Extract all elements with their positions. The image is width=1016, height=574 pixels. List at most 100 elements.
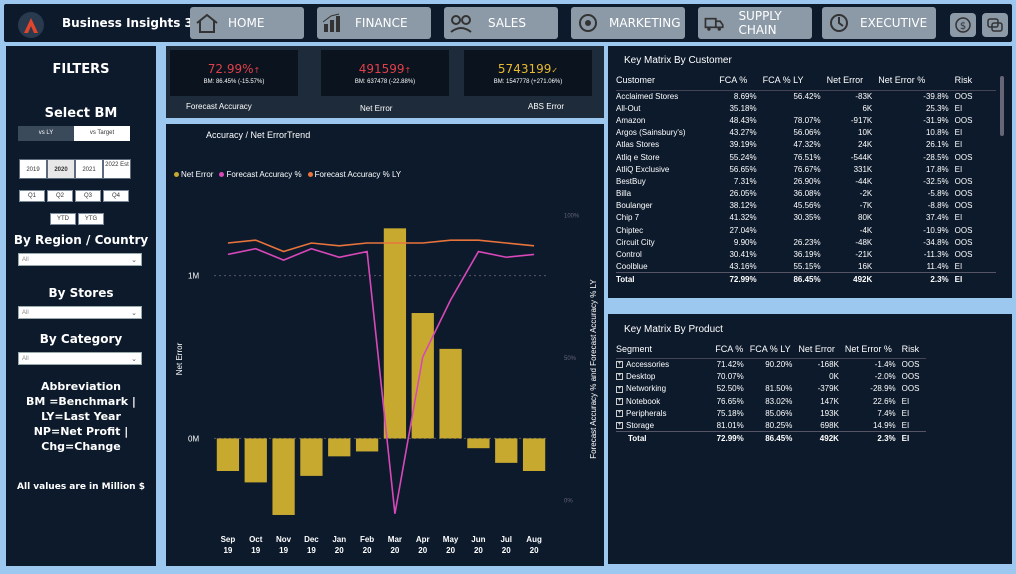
stores-dropdown[interactable]: All ⌄ xyxy=(18,306,142,319)
table-cell: -28.9% xyxy=(870,384,896,394)
table-cell: Atlas Stores xyxy=(616,140,660,150)
filters-panel: FILTERS Select BM vs LY vs Target 2019 2… xyxy=(6,46,156,566)
year-2019-button[interactable]: 2019 xyxy=(19,159,47,179)
quarter-q2-button[interactable]: Q2 xyxy=(47,190,73,202)
nav-supply-chain-button[interactable]: SUPPLY CHAIN xyxy=(698,7,812,39)
expand-icon[interactable]: + xyxy=(616,361,623,369)
nav-sales-button[interactable]: SALES xyxy=(444,7,558,39)
table-row[interactable]: All-Out 35.18% 6K 25.3% EI xyxy=(616,102,996,114)
table-total-row[interactable]: Total 72.99% 86.45% 492K 2.3% EI xyxy=(616,272,996,285)
table-row[interactable]: Billa 26.05% 36.08% -2K -5.8% OOS xyxy=(616,188,996,200)
net-error-bar xyxy=(355,438,379,452)
segment-label: Peripherals xyxy=(626,408,667,418)
expand-icon[interactable]: + xyxy=(616,397,623,405)
table-row[interactable]: Control 30.41% 36.19% -21K -11.3% OOS xyxy=(616,248,996,260)
table-cell: 55.24% xyxy=(729,152,757,162)
bm-vs-ly-button[interactable]: vs LY xyxy=(18,126,74,141)
table-row[interactable]: Chip 7 41.32% 30.35% 80K 37.4% EI xyxy=(616,212,996,224)
nav-home-button[interactable]: HOME xyxy=(190,7,304,39)
table-cell: EI xyxy=(901,408,910,418)
expand-icon[interactable]: + xyxy=(616,385,623,393)
table-row[interactable]: + Desktop 70.07% 0K -2.0% OOS xyxy=(616,370,926,382)
table-row[interactable]: Atliq e Store 55.24% 76.51% -544K -28.5% OOS xyxy=(616,151,996,163)
y2-tick-label: 0% xyxy=(564,499,573,505)
column-header[interactable]: Net Error xyxy=(826,70,879,91)
expand-icon[interactable]: + xyxy=(616,373,623,381)
table-row[interactable]: AtliQ Exclusive 56.65% 76.67% 331K 17.8% EI xyxy=(616,163,996,175)
table-row[interactable]: BestBuy 7.31% 26.90% -44K -32.5% OOS xyxy=(616,175,996,187)
table-row[interactable]: + Peripherals 75.18% 85.06% 193K 7.4% EI xyxy=(616,407,926,419)
table-row[interactable]: Amazon 48.43% 78.07% -917K -31.9% OOS xyxy=(616,114,996,126)
help-button[interactable] xyxy=(982,13,1008,37)
nav-sales-label: SALES xyxy=(488,16,526,30)
table-cell: 56.06% xyxy=(793,128,821,138)
table-cell: OOS xyxy=(954,189,973,199)
table-cell: 30.41% xyxy=(729,250,757,260)
table-row[interactable]: Chiptec 27.04% -4K -10.9% OOS xyxy=(616,224,996,236)
table-cell: 7.31% xyxy=(733,176,757,186)
column-header[interactable]: Net Error xyxy=(798,340,845,359)
column-header[interactable]: Risk xyxy=(954,70,996,91)
table-cell: Amazon xyxy=(616,115,646,125)
kpi-label: ABS Error xyxy=(528,102,565,111)
year-2022-est-button[interactable]: 2022 Est xyxy=(103,159,131,179)
table-row[interactable]: + Notebook 76.65% 83.02% 147K 22.6% EI xyxy=(616,395,926,407)
table-cell: Chip 7 xyxy=(616,213,640,223)
x-tick-label: Nov 19 xyxy=(276,535,292,555)
column-header[interactable]: FCA % xyxy=(719,70,763,91)
table-row[interactable]: + Accessories 71.42% 90.20% -168K -1.4% OOS xyxy=(616,358,926,370)
quarter-q3-button[interactable]: Q3 xyxy=(75,190,101,202)
table-row[interactable]: Atlas Stores 39.19% 47.32% 24K 26.1% EI xyxy=(616,139,996,151)
column-header[interactable]: FCA % xyxy=(715,340,750,359)
table-cell: 26.05% xyxy=(729,189,757,199)
scrollbar[interactable] xyxy=(1000,76,1004,136)
bm-vs-target-button[interactable]: vs Target xyxy=(74,126,130,141)
nav-executive-button[interactable]: EXECUTIVE xyxy=(822,7,936,39)
column-header[interactable]: Customer xyxy=(616,70,720,91)
line-series-forecast-accuracy-ly xyxy=(227,239,535,253)
table-row[interactable]: Argos (Sainsbury's) 43.27% 56.06% 10K 10.8% E… xyxy=(616,127,996,139)
table-cell: 78.07% xyxy=(793,115,821,125)
quarter-q1-button[interactable]: Q1 xyxy=(19,190,45,202)
table-cell: Control xyxy=(616,250,642,260)
table-row[interactable]: Circuit City 9.90% 26.23% -48K -34.8% OOS xyxy=(616,236,996,248)
table-cell: 10K xyxy=(858,128,873,138)
category-dropdown[interactable]: All ⌄ xyxy=(18,352,142,365)
region-label: By Region / Country xyxy=(13,233,149,247)
nav-marketing-button[interactable]: MARKETING xyxy=(571,7,685,39)
info-button[interactable]: $ xyxy=(950,13,976,37)
table-row[interactable]: Coolblue 43.16% 55.15% 16K 11.4% EI xyxy=(616,261,996,273)
column-header[interactable]: Segment xyxy=(616,340,716,359)
table-row[interactable]: + Storage 81.01% 80.25% 698K 14.9% EI xyxy=(616,419,926,431)
table-cell: -4K xyxy=(859,225,873,235)
nav-finance-button[interactable]: FINANCE xyxy=(317,7,431,39)
table-cell: -379K xyxy=(817,384,839,394)
table-row[interactable]: Boulanger 38.12% 45.56% -7K -8.8% OOS xyxy=(616,200,996,212)
column-header[interactable]: Net Error % xyxy=(878,70,955,91)
net-error-bar xyxy=(439,348,462,439)
column-header[interactable]: Net Error % xyxy=(844,340,902,359)
expand-icon[interactable]: + xyxy=(616,422,623,430)
table-row[interactable]: Acclaimed Stores 8.69% 56.42% -83K -39.8% OOS xyxy=(616,90,996,102)
column-header[interactable]: FCA % LY xyxy=(762,70,827,91)
expand-icon[interactable]: + xyxy=(616,410,623,418)
y-tick-label: 0M xyxy=(188,434,199,443)
ytg-button[interactable]: YTG xyxy=(78,213,104,225)
column-header[interactable]: Risk xyxy=(901,340,926,359)
x-tick-label: Jan 20 xyxy=(332,535,346,555)
year-2020-button[interactable]: 2020 xyxy=(47,159,75,179)
segment-label: Accessories xyxy=(626,359,670,369)
table-cell: 70.07% xyxy=(716,371,744,381)
select-bm-label: Select BM xyxy=(44,106,118,121)
table-cell: 16K xyxy=(858,261,873,271)
table-total-row[interactable]: Total 72.99% 86.45% 492K 2.3% EI xyxy=(616,431,926,445)
table-cell: 2.3% xyxy=(878,272,955,285)
table-row[interactable]: + Networking 52.50% 81.50% -379K -28.9% OOS xyxy=(616,383,926,395)
ytd-button[interactable]: YTD xyxy=(50,213,76,225)
column-header[interactable]: FCA % LY xyxy=(749,340,799,359)
table-cell: 72.99% xyxy=(719,272,763,285)
quarter-q4-button[interactable]: Q4 xyxy=(103,190,129,202)
year-2021-button[interactable]: 2021 xyxy=(75,159,103,179)
table-cell: -32.5% xyxy=(923,176,949,186)
region-dropdown[interactable]: All ⌄ xyxy=(18,253,142,266)
